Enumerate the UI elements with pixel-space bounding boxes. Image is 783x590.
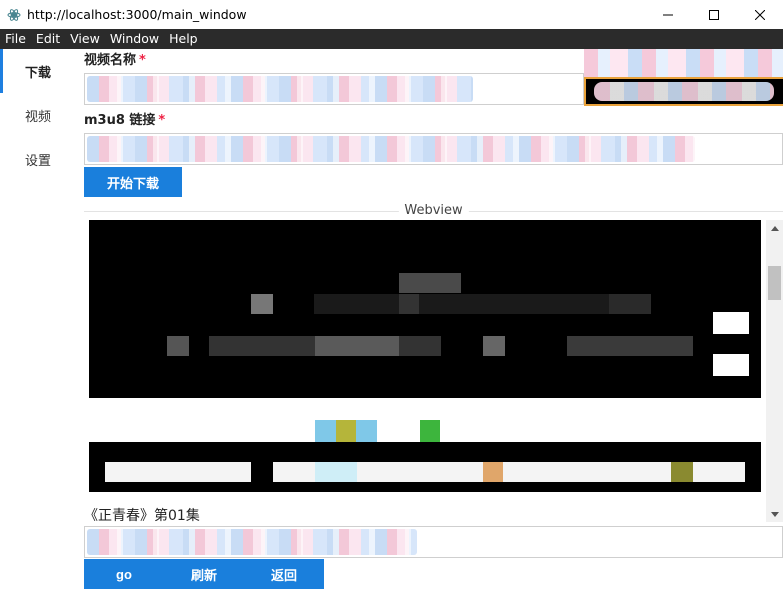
maximize-icon — [709, 9, 719, 20]
video-player[interactable] — [89, 220, 761, 398]
sticker-overlay — [87, 76, 473, 102]
navigation-buttons: go 刷新 返回 — [84, 559, 324, 589]
webview-divider: Webview — [84, 201, 783, 221]
menu-edit[interactable]: Edit — [31, 29, 65, 49]
m3u8-url-input[interactable] — [84, 133, 783, 165]
window-title: http://localhost:3000/main_window — [27, 7, 247, 22]
episode-title: 《正青春》第01集 — [84, 508, 200, 524]
scroll-down-button[interactable] — [766, 506, 783, 522]
webview-divider-label: Webview — [398, 201, 469, 221]
arrow-up-icon — [770, 225, 779, 231]
video-name-input[interactable] — [84, 73, 584, 105]
download-form: 视频名称 * m3u8 链接 * 开始下载 Webview — [84, 49, 783, 221]
menu-window[interactable]: Window — [105, 29, 164, 49]
webview-frame[interactable] — [89, 220, 765, 500]
player-gap — [89, 398, 761, 442]
required-mark: * — [139, 53, 146, 68]
menu-help[interactable]: Help — [164, 29, 203, 49]
menu-bar: File Edit View Window Help — [0, 29, 783, 49]
sidebar-item-download[interactable]: 下载 — [0, 49, 76, 93]
sticker-overlay — [87, 529, 417, 555]
video-name-label-text: 视频名称 — [84, 53, 137, 68]
close-icon — [755, 9, 765, 20]
m3u8-label-text: m3u8 链接 — [84, 113, 156, 128]
window-controls — [645, 0, 783, 29]
minimize-button[interactable] — [645, 0, 691, 29]
sidebar-nav: 下载 视频 设置 — [0, 49, 76, 590]
m3u8-label: m3u8 链接 * — [84, 109, 783, 133]
start-download-button[interactable]: 开始下载 — [84, 167, 182, 197]
menu-file[interactable]: File — [0, 29, 31, 49]
scroll-up-button[interactable] — [766, 220, 783, 236]
go-button[interactable]: go — [84, 559, 164, 589]
required-mark: * — [158, 113, 166, 128]
maximize-button[interactable] — [691, 0, 737, 29]
back-button[interactable]: 返回 — [244, 559, 324, 589]
scroll-thumb[interactable] — [768, 266, 781, 300]
minimize-icon — [663, 14, 673, 15]
window-titlebar: http://localhost:3000/main_window — [0, 0, 783, 29]
webview-scrollbar[interactable] — [766, 220, 783, 522]
sidebar-item-videos[interactable]: 视频 — [0, 93, 76, 137]
sticker-overlay — [87, 136, 695, 162]
sidebar-item-settings[interactable]: 设置 — [0, 137, 76, 181]
refresh-button[interactable]: 刷新 — [164, 559, 244, 589]
arrow-down-icon — [770, 511, 779, 517]
menu-view[interactable]: View — [65, 29, 105, 49]
player-controls[interactable] — [89, 442, 761, 492]
electron-icon — [7, 8, 21, 21]
page-url-input[interactable] — [84, 526, 783, 558]
video-name-label: 视频名称 * — [84, 49, 783, 73]
close-button[interactable] — [737, 0, 783, 29]
